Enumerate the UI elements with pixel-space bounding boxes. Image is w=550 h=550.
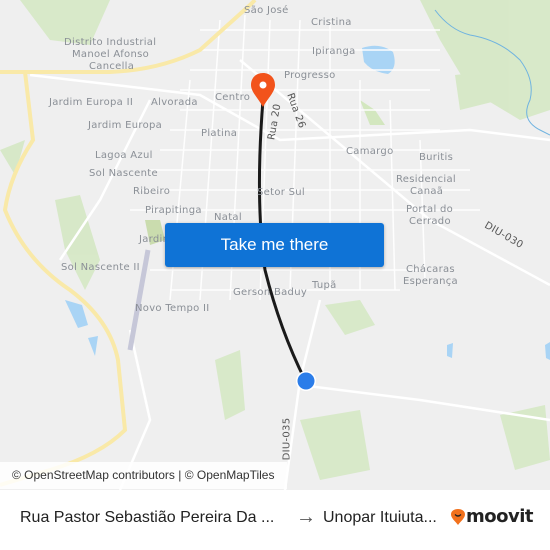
destination-pin-icon <box>251 73 275 107</box>
place-label: Centro <box>215 92 251 103</box>
place-label: Manoel Afonso <box>72 49 150 60</box>
park-area <box>360 100 385 125</box>
place-label: Esperança <box>403 276 458 287</box>
place-label: Jardim Europa II <box>49 97 134 108</box>
arrow-right-icon: → <box>296 506 316 528</box>
map-view[interactable]: São José Cristina Distrito Industrial Ma… <box>0 0 550 490</box>
park-area <box>300 410 370 480</box>
place-label: Progresso <box>284 70 336 81</box>
place-label: Jardim Europa <box>88 120 163 131</box>
lake <box>447 343 453 358</box>
place-label: São José <box>244 5 289 16</box>
destination-name: Unopar Ituiuta... <box>323 509 437 526</box>
place-label: Alvorada <box>151 97 198 108</box>
origin-marker <box>297 372 315 390</box>
place-label: Tupã <box>312 280 337 291</box>
route-footer: Rua Pastor Sebastião Pereira Da ... → Un… <box>0 490 550 550</box>
park-area <box>325 300 375 335</box>
place-label: Canaã <box>410 186 444 197</box>
place-label: Cancella <box>89 61 135 72</box>
place-label: Buritis <box>419 152 454 163</box>
place-label: Pirapitinga <box>145 205 202 216</box>
place-label: Camargo <box>346 146 394 157</box>
place-label: Distrito Industrial <box>64 37 157 48</box>
map-attribution[interactable]: © OpenStreetMap contributors | © OpenMap… <box>0 462 287 489</box>
place-label: Portal do <box>406 204 454 215</box>
highway-ring <box>0 71 128 487</box>
take-me-there-button[interactable]: Take me there <box>165 223 384 267</box>
place-label: Ribeiro <box>133 186 171 197</box>
place-label: Residencial <box>396 174 456 185</box>
origin-stop-name: Rua Pastor Sebastião Pereira Da ... <box>20 509 275 526</box>
lake <box>545 342 550 360</box>
place-label: Sol Nascente <box>89 168 158 179</box>
place-label: Chácaras <box>406 264 455 275</box>
park-area <box>500 405 550 470</box>
place-label: Setor Sul <box>257 187 305 198</box>
place-label: Gerson Baduy <box>233 287 308 298</box>
moovit-wordmark: moovit <box>466 506 534 527</box>
place-label: Sol Nascente II <box>61 262 140 273</box>
road-label: DIU-035 <box>281 417 293 461</box>
place-label: Ipiranga <box>312 46 356 57</box>
moovit-logo[interactable]: moovit <box>450 506 534 527</box>
park-area <box>455 70 500 110</box>
place-label: Cristina <box>311 17 352 28</box>
park-area <box>215 350 245 420</box>
place-label: Lagoa Azul <box>95 150 153 161</box>
place-label: Cerrado <box>409 216 451 227</box>
moovit-pin-icon <box>451 508 465 525</box>
lake <box>88 336 98 356</box>
place-label: Novo Tempo II <box>135 303 210 314</box>
place-label: Platina <box>201 128 238 139</box>
